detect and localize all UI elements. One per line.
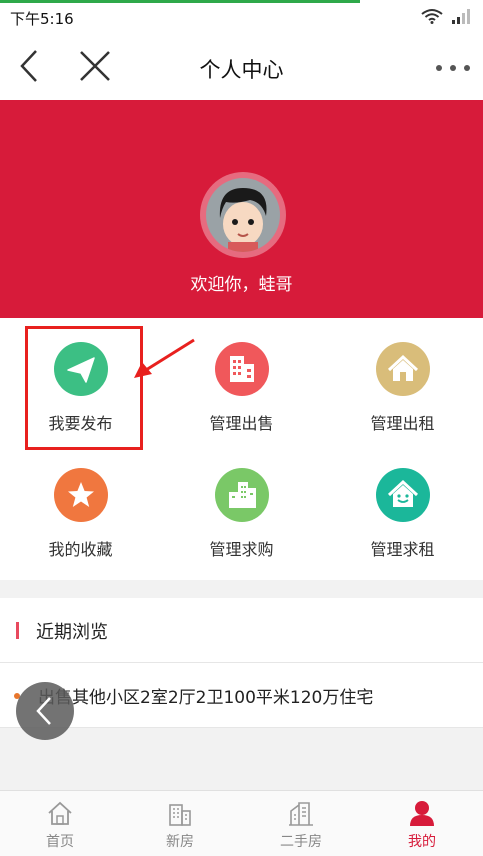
page-load-progress (0, 0, 360, 3)
recent-section-header: 近期浏览 (0, 598, 483, 663)
star-icon (54, 468, 108, 522)
tab-label: 新房 (166, 834, 194, 850)
nav-bar: 个人中心 (0, 34, 483, 100)
section-marker (16, 622, 19, 639)
grid-item-manage-buy[interactable]: 管理求购 (161, 444, 322, 574)
page-title: 个人中心 (199, 58, 284, 82)
tab-label: 首页 (46, 834, 74, 850)
status-time: 下午5:16 (10, 10, 74, 28)
section-divider (0, 580, 483, 598)
status-bar: 下午5:16 (0, 0, 483, 34)
more-dots-icon (436, 65, 470, 71)
floating-back-button[interactable] (16, 682, 74, 740)
wifi-icon (421, 9, 443, 24)
grid-label: 管理出租 (370, 414, 435, 433)
user-icon (410, 801, 434, 826)
tab-home[interactable]: 首页 (0, 791, 120, 856)
building-icon (215, 342, 269, 396)
signal-icon (452, 9, 470, 24)
bottom-tab-bar: 首页 新房 二手房 我的 (0, 790, 483, 856)
tab-label: 二手房 (280, 834, 322, 850)
close-button[interactable] (78, 49, 112, 83)
tab-mine[interactable]: 我的 (362, 791, 482, 856)
grid-item-favorites[interactable]: 我的收藏 (0, 444, 161, 574)
grid-label: 管理求购 (209, 540, 274, 559)
home-icon (48, 801, 72, 825)
close-icon (80, 51, 110, 81)
tab-second-hand[interactable]: 二手房 (241, 791, 361, 856)
grid-label: 管理出售 (209, 414, 274, 433)
avatar[interactable] (200, 172, 286, 258)
grid-item-manage-lease[interactable]: 管理求租 (322, 444, 483, 574)
grid-item-manage-rent[interactable]: 管理出租 (322, 318, 483, 448)
tab-new-house[interactable]: 新房 (120, 791, 240, 856)
second-hand-building-icon (289, 802, 313, 826)
annotation-arrow-icon (128, 336, 198, 386)
chevron-left-icon (20, 50, 37, 82)
highlight-box (25, 326, 143, 450)
more-button[interactable] (433, 58, 473, 78)
grid-label: 我的收藏 (48, 540, 113, 559)
new-building-icon (169, 804, 191, 826)
buildings-icon (215, 468, 269, 522)
status-icons (421, 8, 471, 24)
smiley-house-icon (376, 468, 430, 522)
profile-header: 欢迎你，蛙哥 (0, 100, 483, 318)
chevron-left-icon (36, 697, 51, 725)
recent-title: 近期浏览 (36, 622, 108, 643)
back-button[interactable] (14, 49, 44, 83)
list-item-text: 出售其他小区2室2厅2卫100平米120万住宅 (38, 688, 374, 708)
tab-label: 我的 (408, 834, 436, 850)
avatar-image (206, 178, 280, 252)
grid-label: 管理求租 (370, 540, 435, 559)
welcome-text: 欢迎你，蛙哥 (190, 275, 293, 295)
house-icon (376, 342, 430, 396)
